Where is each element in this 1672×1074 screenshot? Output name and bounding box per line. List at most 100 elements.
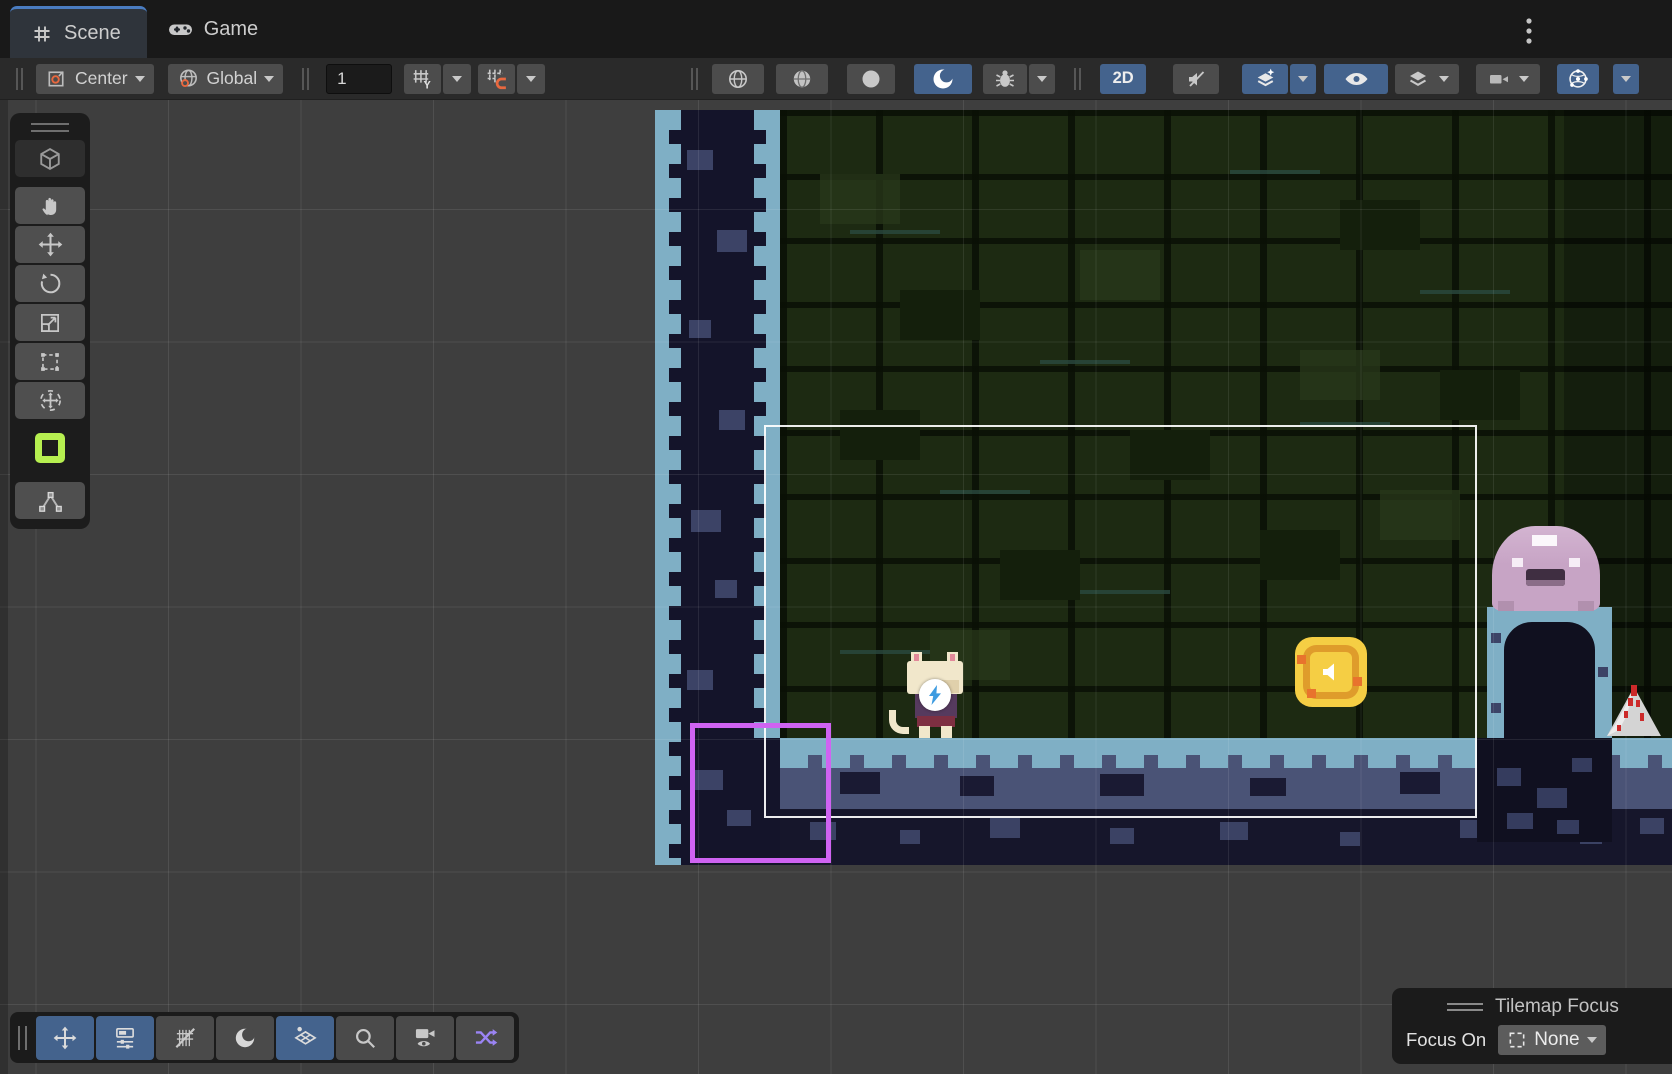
- tilemap-settings-button[interactable]: [96, 1016, 154, 1060]
- camera-eye-icon: [412, 1024, 439, 1051]
- grid-snap-dropdown[interactable]: [517, 64, 545, 94]
- globe-icon: [177, 67, 200, 90]
- toolbar-drag-handle[interactable]: [691, 68, 698, 90]
- effects-button[interactable]: [1242, 64, 1288, 94]
- chevron-down-icon: [1439, 76, 1449, 82]
- script-lightning-gizmo[interactable]: [919, 679, 951, 711]
- hand-icon: [37, 193, 63, 219]
- lighting-crescent-button[interactable]: [914, 64, 972, 94]
- shading-wireframe-button[interactable]: [712, 64, 764, 94]
- slime-enemy-sprite[interactable]: [1492, 518, 1600, 611]
- mode-2d-button[interactable]: 2D: [1100, 64, 1146, 94]
- rect-tool-button[interactable]: [15, 343, 85, 380]
- pivot-label: Center: [75, 68, 128, 89]
- iso-grid-button[interactable]: [276, 1016, 334, 1060]
- grid-size-input[interactable]: [326, 64, 392, 94]
- toolbar-drag-handle[interactable]: [1074, 68, 1081, 90]
- move-tool-button[interactable]: [15, 226, 85, 263]
- spline-tool-button[interactable]: [15, 482, 85, 519]
- room-bounds-selection: [764, 425, 1477, 818]
- spline-icon: [37, 487, 64, 514]
- tilemap-doorway-pit: [1477, 738, 1612, 842]
- sphere-shading-button[interactable]: [216, 1016, 274, 1060]
- pivot-mode-dropdown[interactable]: Center: [36, 64, 154, 94]
- view-cube-button[interactable]: [15, 140, 85, 177]
- cat-character-sprite[interactable]: [905, 652, 977, 738]
- camera-preview-button[interactable]: [396, 1016, 454, 1060]
- tab-scene[interactable]: Scene: [10, 6, 147, 58]
- audio-source-gizmo: [1318, 659, 1344, 685]
- tile-selection-box: [690, 723, 831, 863]
- cube-icon: [36, 145, 64, 173]
- transform-tool-button[interactable]: [15, 382, 85, 419]
- focus-on-dropdown[interactable]: None: [1498, 1025, 1605, 1055]
- randomize-button[interactable]: [456, 1016, 514, 1060]
- tile-highlight-icon: [35, 433, 65, 463]
- tab-bar: Scene Game: [0, 0, 1672, 58]
- orientation-dropdown[interactable]: Global: [168, 64, 284, 94]
- kebab-menu-button[interactable]: [1514, 14, 1544, 48]
- tile-palette-tool-button[interactable]: [15, 429, 85, 466]
- tab-game[interactable]: Game: [147, 0, 284, 58]
- chevron-down-icon: [135, 76, 145, 82]
- chevron-down-icon: [1298, 76, 1308, 82]
- tilemap-move-button[interactable]: [36, 1016, 94, 1060]
- focus-on-label: Focus On: [1406, 1029, 1486, 1051]
- move-icon: [52, 1025, 78, 1051]
- grid-hatch-toggle-button[interactable]: [156, 1016, 214, 1060]
- tilemap-focus-title: Tilemap Focus: [1495, 996, 1619, 1018]
- chevron-down-icon: [1587, 1037, 1597, 1043]
- scale-icon: [37, 310, 63, 336]
- camera-dropdown[interactable]: [1476, 64, 1540, 94]
- transform-icon: [37, 387, 64, 414]
- rotate-tool-button[interactable]: [15, 265, 85, 302]
- hand-tool-button[interactable]: [15, 187, 85, 224]
- magnifier-icon: [352, 1025, 378, 1051]
- grid-axis-button[interactable]: Y: [404, 64, 441, 94]
- unity-editor-scene-view: Scene Game Center Global: [0, 0, 1672, 1074]
- chevron-down-icon: [526, 76, 536, 82]
- rect-icon: [37, 349, 63, 375]
- effects-dropdown[interactable]: [1290, 64, 1316, 94]
- audio-muted-button[interactable]: [1173, 64, 1219, 94]
- shading-shaded-button[interactable]: [776, 64, 828, 94]
- tilemap-toolbar-drag-handle[interactable]: [18, 1026, 27, 1050]
- sliders-icon: [112, 1025, 138, 1051]
- tilemap-toolbar-overlay: [10, 1012, 519, 1063]
- grid-snap-button[interactable]: [478, 64, 515, 94]
- tab-scene-label: Scene: [64, 22, 121, 45]
- gizmos-dropdown[interactable]: [1613, 64, 1639, 94]
- chevron-down-icon: [1519, 76, 1529, 82]
- grid-slash-icon: [172, 1025, 198, 1051]
- toolbar-drag-handle[interactable]: [302, 68, 309, 90]
- gamepad-icon: [167, 17, 194, 41]
- move-icon: [37, 231, 64, 258]
- grid-axis-dropdown[interactable]: [443, 64, 471, 94]
- focus-on-value: None: [1534, 1029, 1579, 1051]
- crescent-icon: [232, 1025, 258, 1051]
- debug-bug-button[interactable]: [983, 64, 1027, 94]
- pivot-icon: [45, 67, 68, 90]
- toolbar-drag-handle[interactable]: [16, 68, 23, 90]
- scene-viewport[interactable]: Tilemap Focus Focus On None: [0, 100, 1672, 1074]
- svg-text:Y: Y: [424, 79, 432, 91]
- debug-dropdown[interactable]: [1029, 64, 1055, 94]
- coin-sprite[interactable]: [1295, 637, 1367, 707]
- scene-visibility-button[interactable]: [1324, 64, 1388, 94]
- scene-grid-icon: [30, 22, 54, 46]
- tilemap-focus-drag-handle[interactable]: [1447, 1003, 1483, 1011]
- scale-tool-button[interactable]: [15, 304, 85, 341]
- left-edge-shade: [0, 100, 8, 1074]
- zoom-button[interactable]: [336, 1016, 394, 1060]
- scene-toolbar: Center Global Y: [0, 58, 1672, 100]
- dashed-square-icon: [1507, 1030, 1527, 1050]
- chevron-down-icon: [1037, 76, 1047, 82]
- spike-sprite[interactable]: [1605, 685, 1663, 738]
- gizmos-button[interactable]: [1557, 64, 1599, 94]
- iso-grid-icon: [292, 1024, 319, 1051]
- tools-drag-handle[interactable]: [31, 123, 69, 132]
- layers-dropdown[interactable]: [1395, 64, 1459, 94]
- tilemap-doorway: [1487, 607, 1612, 738]
- tools-overlay: [10, 113, 90, 529]
- lighting-on-button[interactable]: [847, 64, 895, 94]
